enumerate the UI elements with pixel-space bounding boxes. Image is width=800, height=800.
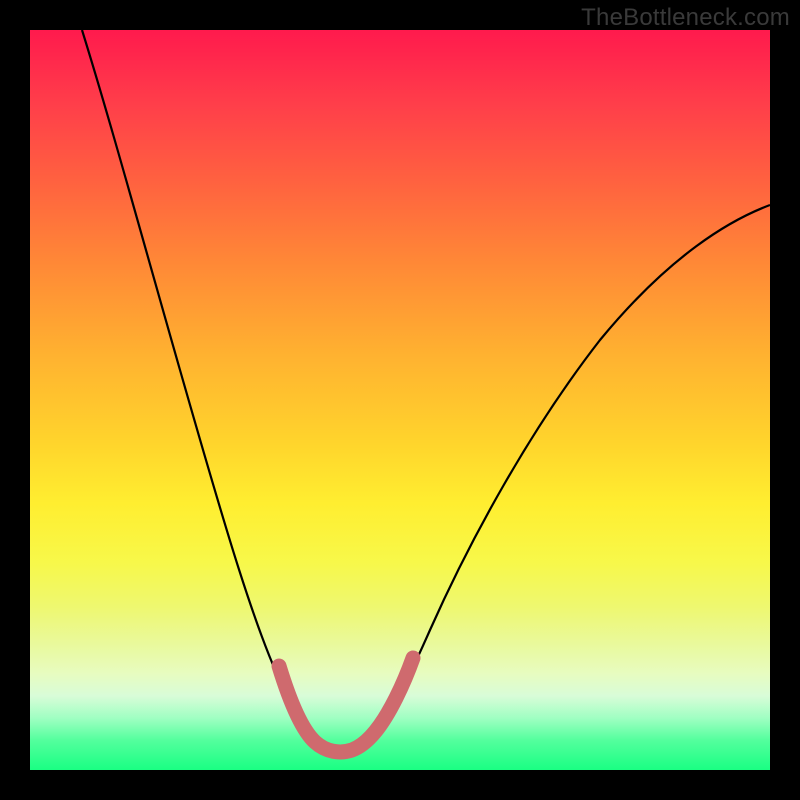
plot-area <box>30 30 770 770</box>
watermark-text: TheBottleneck.com <box>581 4 790 32</box>
bottleneck-curve <box>82 30 770 749</box>
chart-frame: TheBottleneck.com <box>0 0 800 800</box>
curve-layer <box>30 30 770 770</box>
bottom-highlight <box>279 658 413 752</box>
